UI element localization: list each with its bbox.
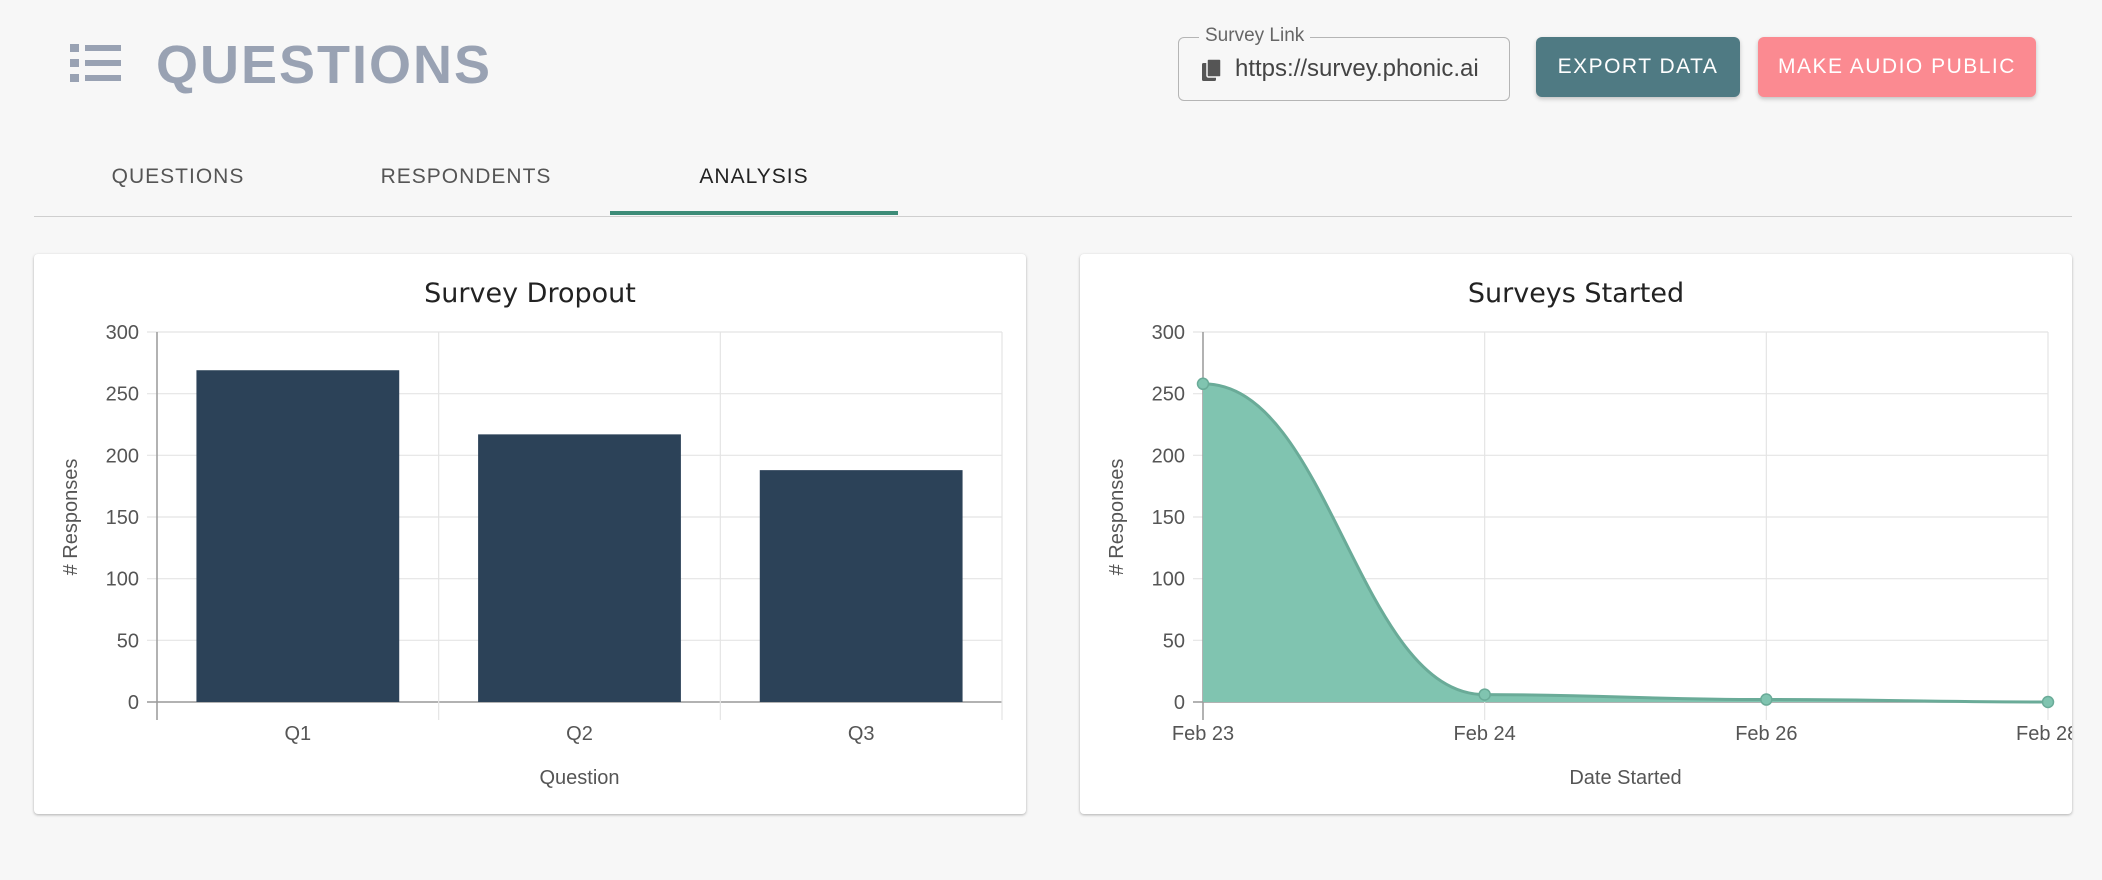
data-point[interactable] xyxy=(1478,688,1491,701)
y-tick-label: 100 xyxy=(1152,569,1185,591)
y-tick-label: 50 xyxy=(117,630,139,652)
x-tick-label: Feb 24 xyxy=(1454,723,1516,745)
bar-q1[interactable] xyxy=(196,370,400,702)
survey-dropout-chart: Survey Dropout 0 50 100 150 200 250 300 Q1 Q2 Q3 Qu… xyxy=(60,278,1003,789)
y-tick-label: 0 xyxy=(1174,692,1185,714)
x-tick-label: Q3 xyxy=(848,723,875,745)
y-tick-label: 0 xyxy=(128,692,139,714)
active-tab-indicator xyxy=(610,211,898,215)
area-fill xyxy=(1203,383,2048,702)
export-data-button[interactable]: EXPORT DATA xyxy=(1536,37,1740,97)
survey-link-field[interactable]: Survey Link xyxy=(1178,24,1510,101)
y-tick-label: 300 xyxy=(106,322,139,344)
y-tick-label: 150 xyxy=(106,507,139,529)
tab-analysis[interactable]: ANALYSIS xyxy=(610,140,898,214)
x-tick-label: Feb 28 xyxy=(2016,723,2072,745)
x-tick-label: Feb 23 xyxy=(1172,723,1234,745)
data-point[interactable] xyxy=(1760,693,1773,706)
y-tick-label: 200 xyxy=(106,445,139,467)
bar-q2[interactable] xyxy=(478,434,681,702)
data-point[interactable] xyxy=(2041,695,2055,709)
y-tick-label: 300 xyxy=(1152,322,1185,344)
y-axis-label: # Responses xyxy=(60,459,82,576)
chart-title: Surveys Started xyxy=(1468,278,1684,309)
list-icon[interactable] xyxy=(68,40,124,86)
tab-respondents[interactable]: RESPONDENTS xyxy=(322,140,610,214)
y-tick-label: 100 xyxy=(106,569,139,591)
tab-bar: QUESTIONS RESPONDENTS ANALYSIS xyxy=(34,140,2072,217)
x-axis-label: Date Started xyxy=(1569,767,1681,789)
chart-title: Survey Dropout xyxy=(424,278,636,309)
y-axis-label: # Responses xyxy=(1106,459,1128,576)
y-tick-label: 50 xyxy=(1163,630,1185,652)
survey-dropout-card: Survey Dropout 0 50 100 150 200 250 300 Q1 Q2 Q3 Qu… xyxy=(34,254,1026,814)
data-point[interactable] xyxy=(1196,377,1210,391)
survey-link-input[interactable] xyxy=(1235,50,1497,88)
make-audio-public-button[interactable]: MAKE AUDIO PUBLIC xyxy=(1758,37,2036,97)
y-tick-label: 150 xyxy=(1152,507,1185,529)
x-tick-label: Q2 xyxy=(566,723,593,745)
surveys-started-card: Surveys Started 0 50 100 150 200 250 300 Feb 23 F… xyxy=(1080,254,2072,814)
copy-icon[interactable] xyxy=(1201,58,1223,82)
bar-q3[interactable] xyxy=(759,470,963,702)
surveys-started-chart: Surveys Started 0 50 100 150 200 250 300 Feb 23 F… xyxy=(1106,278,2072,789)
x-tick-label: Q1 xyxy=(284,723,311,745)
y-tick-label: 200 xyxy=(1152,445,1185,467)
tab-questions[interactable]: QUESTIONS xyxy=(34,140,322,214)
x-axis-label: Question xyxy=(539,767,619,789)
page-title: QUESTIONS xyxy=(156,35,493,95)
x-tick-label: Feb 26 xyxy=(1735,723,1797,745)
y-tick-label: 250 xyxy=(1152,384,1185,406)
y-tick-label: 250 xyxy=(106,384,139,406)
survey-link-label: Survey Link xyxy=(1199,24,1311,48)
